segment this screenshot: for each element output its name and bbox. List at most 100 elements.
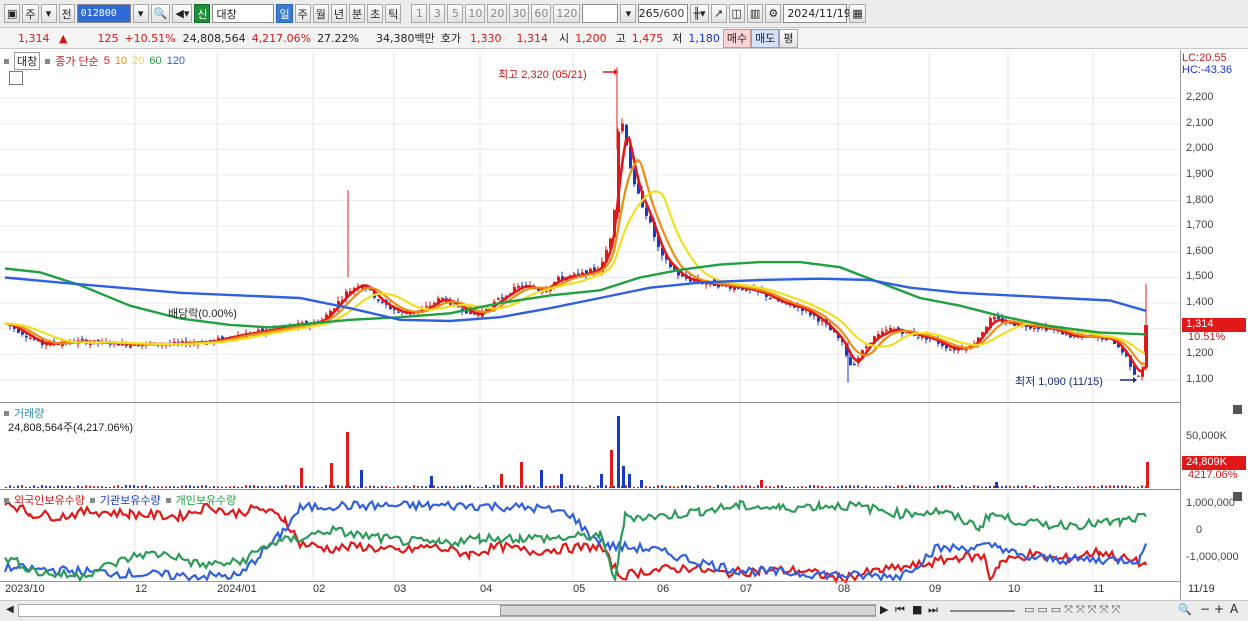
open-label: 시 xyxy=(559,32,570,45)
ma-120-label[interactable]: 120 xyxy=(167,55,185,67)
table-icon[interactable] xyxy=(9,71,23,85)
volume-bar xyxy=(393,486,395,488)
volume-bar xyxy=(137,486,139,488)
volume-bar xyxy=(437,486,439,488)
volume-bar xyxy=(397,485,399,488)
calendar-icon[interactable]: ▦ xyxy=(849,4,866,23)
fast-forward-icon[interactable]: ⏭ xyxy=(928,603,938,617)
volume-bar xyxy=(1057,486,1059,488)
volume-bar xyxy=(897,485,899,488)
layout-icon[interactable]: ▣ xyxy=(4,4,21,23)
volume-bar xyxy=(161,486,163,488)
code-dropdown-icon[interactable]: ▾ xyxy=(132,4,149,23)
minute-20[interactable]: 20 xyxy=(487,4,508,23)
volume-bar xyxy=(873,486,875,488)
minimize-icon[interactable] xyxy=(1233,405,1242,414)
date-input[interactable]: 2024/11/19 xyxy=(783,4,851,23)
search-icon[interactable]: 🔍 xyxy=(150,4,171,23)
period-week[interactable]: 주 xyxy=(294,4,311,23)
period-tick[interactable]: 틱 xyxy=(385,4,402,23)
zoom-icon[interactable]: 🔍 xyxy=(1178,603,1192,616)
volume-pct: 4,217.06% xyxy=(251,31,312,45)
stock-name-label[interactable]: 대창 xyxy=(14,52,41,70)
gear-icon[interactable]: ⚙ xyxy=(765,4,782,23)
ma-60-label[interactable]: 60 xyxy=(149,55,161,67)
volume-bar xyxy=(353,485,355,488)
minimize-icon[interactable] xyxy=(1233,492,1242,501)
minute-5[interactable]: 5 xyxy=(447,4,464,23)
market-select[interactable]: 주 xyxy=(22,4,39,23)
volume-bar xyxy=(805,486,807,488)
split-icon[interactable]: ◫ xyxy=(728,4,745,23)
scroll-right-icon[interactable]: ▶ xyxy=(880,603,888,616)
drawing-tools-icons[interactable]: ▭▭▭⤧⤧⤧⤧⤧ xyxy=(1024,603,1123,617)
ma-10-label[interactable]: 10 xyxy=(115,55,127,67)
minute-30[interactable]: 30 xyxy=(509,4,530,23)
scrollbar-thumb[interactable] xyxy=(500,605,876,616)
period-year[interactable]: 년 xyxy=(330,4,347,23)
prev-button[interactable]: 전 xyxy=(58,4,75,23)
zoom-in-icon[interactable]: + xyxy=(1214,602,1224,616)
font-size-icon[interactable]: A xyxy=(1230,602,1238,616)
stock-chart[interactable] xyxy=(0,50,1248,600)
volume-bar xyxy=(841,485,843,488)
lc-label: LC:20.55 xyxy=(1182,52,1227,64)
volume-bar xyxy=(617,416,620,488)
minute-60[interactable]: 60 xyxy=(531,4,552,23)
candle-body xyxy=(949,349,952,351)
volume-bar xyxy=(905,486,907,488)
foreign-holding-label[interactable]: 외국인보유수량 xyxy=(14,492,85,508)
custom-period-dropdown-icon[interactable]: ▾ xyxy=(620,4,637,23)
volume-bar xyxy=(1053,486,1055,488)
zoom-slider[interactable] xyxy=(950,610,1015,612)
institution-holding-label[interactable]: 기관보유수량 xyxy=(100,492,161,508)
volume-bar xyxy=(389,486,391,488)
ma-5-label[interactable]: 5 xyxy=(104,55,110,67)
rewind-icon[interactable]: ⏮ xyxy=(895,603,905,617)
volume-bar xyxy=(385,485,387,488)
minute-10[interactable]: 10 xyxy=(465,4,486,23)
volume-bar xyxy=(273,486,275,488)
volume-bar xyxy=(1129,486,1131,488)
individual-holding-label[interactable]: 개인보유수량 xyxy=(176,492,237,508)
panel-divider[interactable] xyxy=(0,402,1180,403)
volume-bar xyxy=(881,486,883,488)
stop-icon[interactable]: ■ xyxy=(912,603,922,616)
volume-bar xyxy=(725,485,727,488)
dropdown-icon[interactable]: ▾ xyxy=(40,4,57,23)
period-day[interactable]: 일 xyxy=(276,4,293,23)
sell-button[interactable]: 매도 xyxy=(751,28,780,48)
panel-divider[interactable] xyxy=(0,489,1180,490)
volume-bar xyxy=(569,485,571,488)
volume-bar xyxy=(377,486,379,488)
minute-120[interactable]: 120 xyxy=(553,4,581,23)
draw-icon[interactable]: ↗ xyxy=(710,4,727,23)
eval-button[interactable]: 평 xyxy=(779,28,798,48)
candle-icon[interactable]: ╫▾ xyxy=(690,4,709,23)
minute-3[interactable]: 3 xyxy=(429,4,446,23)
holding-line xyxy=(4,500,1148,585)
volume-bar xyxy=(869,486,871,488)
speaker-icon[interactable]: ◀▾ xyxy=(172,4,193,23)
ma-label[interactable]: 종가 단순 xyxy=(55,53,99,69)
volume-bar xyxy=(441,486,443,488)
volume-bar xyxy=(401,486,403,488)
volume-bar xyxy=(925,486,927,488)
stock-name-field[interactable]: 대창 xyxy=(212,4,275,23)
custom-period-input[interactable] xyxy=(582,4,619,23)
scroll-left-icon[interactable]: ◀ xyxy=(6,604,14,615)
buy-button[interactable]: 매수 xyxy=(722,28,752,48)
period-second[interactable]: 초 xyxy=(367,4,384,23)
x-axis-label: 11/19 xyxy=(1188,583,1215,595)
period-minute[interactable]: 분 xyxy=(348,4,366,23)
volume-bar xyxy=(5,486,7,488)
ma-20-label[interactable]: 20 xyxy=(132,55,144,67)
stock-code-input[interactable]: 012800 xyxy=(76,4,131,23)
count-input[interactable]: 265/600 xyxy=(638,4,689,23)
zoom-out-icon[interactable]: − xyxy=(1200,602,1210,616)
save-icon[interactable]: ▥ xyxy=(746,4,764,23)
minute-1[interactable]: 1 xyxy=(411,4,428,23)
volume-bar xyxy=(821,485,823,488)
volume-bar xyxy=(41,485,43,488)
period-month[interactable]: 월 xyxy=(312,4,329,23)
